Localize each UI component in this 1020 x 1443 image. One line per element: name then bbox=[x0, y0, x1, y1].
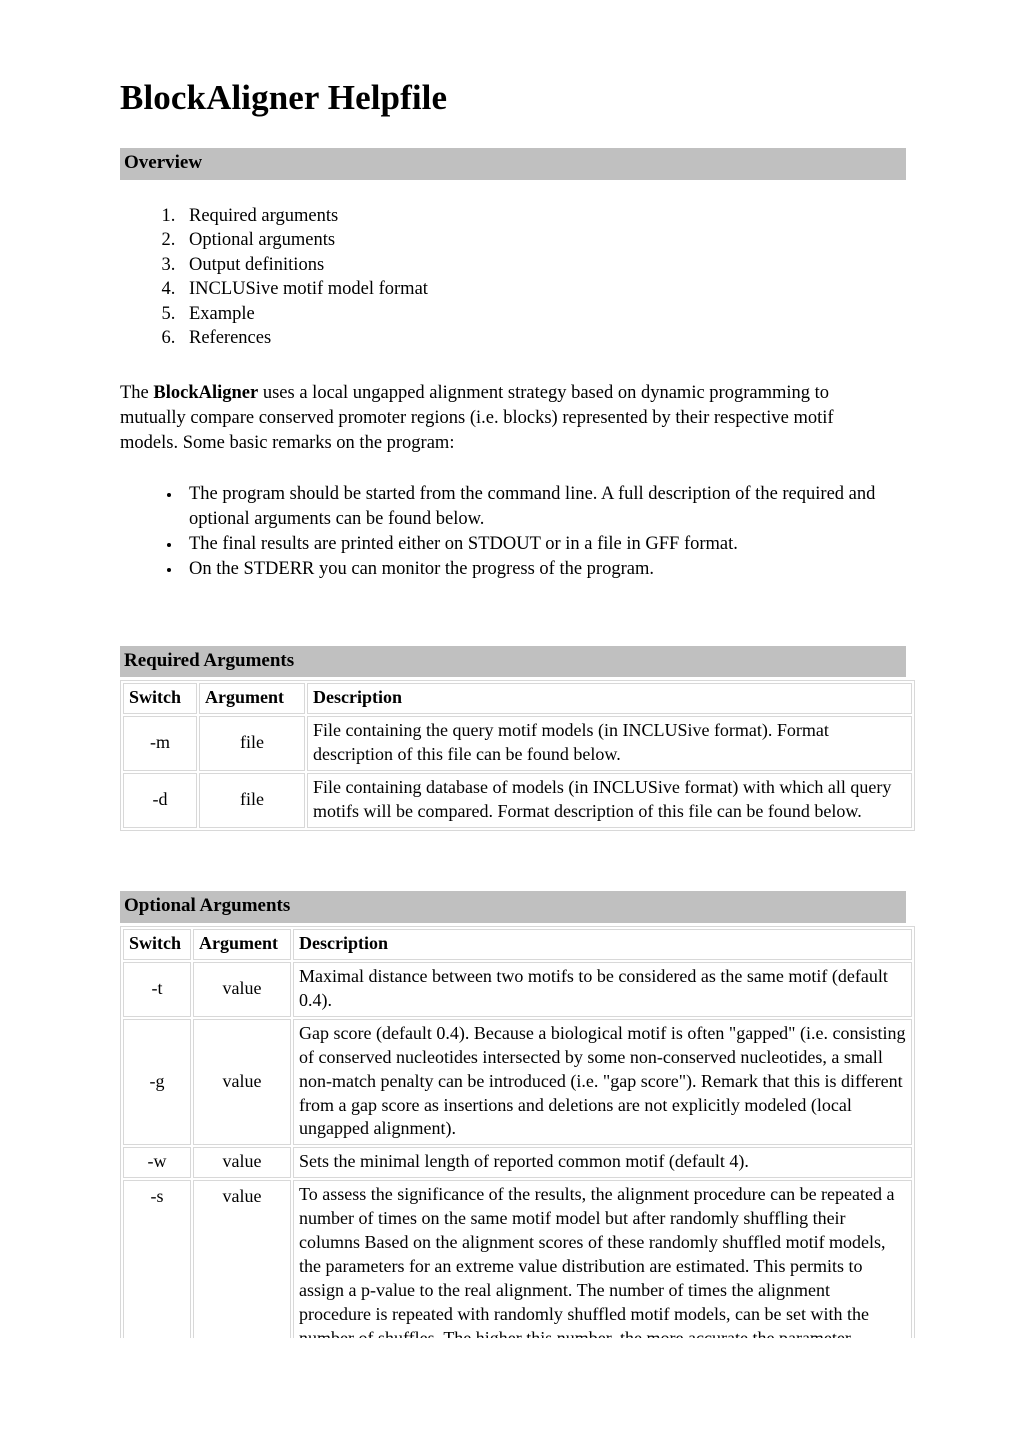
cell-argument: file bbox=[199, 773, 305, 829]
table-row: -t value Maximal distance between two mo… bbox=[123, 961, 912, 1017]
table-row: -w value Sets the minimal length of repo… bbox=[123, 1147, 912, 1179]
cell-argument: value bbox=[193, 1018, 291, 1146]
cell-description: File containing database of models (in I… bbox=[307, 773, 912, 829]
list-item: On the STDERR you can monitor the progre… bbox=[182, 557, 912, 582]
page-content: BlockAligner Helpfile Overview Required … bbox=[120, 78, 915, 1382]
list-item[interactable]: Output definitions bbox=[180, 253, 912, 277]
cell-argument: value bbox=[193, 1147, 291, 1179]
column-header-argument: Argument bbox=[199, 683, 305, 715]
cell-argument: value bbox=[193, 961, 291, 1017]
overview-toc-list: Required arguments Optional arguments Ou… bbox=[120, 204, 912, 350]
cell-description: File containing the query motif models (… bbox=[307, 716, 912, 772]
list-item: The final results are printed either on … bbox=[182, 532, 912, 557]
table-row: -g value Gap score (default 0.4). Becaus… bbox=[123, 1018, 912, 1146]
document-page: BlockAligner Helpfile Overview Required … bbox=[0, 0, 1020, 1443]
column-header-description: Description bbox=[307, 683, 912, 715]
cell-switch: -d bbox=[123, 773, 197, 829]
list-item[interactable]: Required arguments bbox=[180, 204, 912, 228]
optional-arguments-table: Switch Argument Description -t value Max… bbox=[120, 925, 915, 1382]
cell-description: Maximal distance between two motifs to b… bbox=[293, 961, 912, 1017]
table-header-row: Switch Argument Description bbox=[123, 683, 912, 715]
column-header-description: Description bbox=[293, 928, 912, 960]
cell-description: Gap score (default 0.4). Because a biolo… bbox=[293, 1018, 912, 1146]
section-heading-overview: Overview bbox=[120, 148, 906, 181]
section-heading-required-arguments: Required Arguments bbox=[120, 645, 906, 678]
list-item[interactable]: Example bbox=[180, 302, 912, 326]
cell-argument: file bbox=[199, 716, 305, 772]
cell-switch: -w bbox=[123, 1147, 191, 1179]
list-item: The program should be started from the c… bbox=[182, 482, 912, 532]
cell-switch: -m bbox=[123, 716, 197, 772]
column-header-argument: Argument bbox=[193, 928, 291, 960]
page-title: BlockAligner Helpfile bbox=[120, 78, 448, 117]
remarks-list: The program should be started from the c… bbox=[120, 482, 912, 582]
list-item[interactable]: Optional arguments bbox=[180, 228, 912, 252]
required-arguments-table: Switch Argument Description -m file File… bbox=[120, 680, 915, 832]
cell-switch: -g bbox=[123, 1018, 191, 1146]
table-row: -m file File containing the query motif … bbox=[123, 716, 912, 772]
section-heading-optional-arguments: Optional Arguments bbox=[120, 891, 906, 923]
column-header-switch: Switch bbox=[123, 928, 191, 960]
column-header-switch: Switch bbox=[123, 683, 197, 715]
cell-description: Sets the minimal length of reported comm… bbox=[293, 1147, 912, 1179]
intro-paragraph: The BlockAligner uses a local ungapped a… bbox=[120, 381, 895, 456]
table-header-row: Switch Argument Description bbox=[123, 928, 912, 960]
intro-text-prefix: The bbox=[120, 383, 154, 404]
list-item[interactable]: References bbox=[180, 326, 912, 350]
cell-switch: -t bbox=[123, 961, 191, 1017]
table-row: -d file File containing database of mode… bbox=[123, 773, 912, 829]
list-item[interactable]: INCLUSive motif model format bbox=[180, 277, 912, 301]
product-name: BlockAligner bbox=[153, 383, 259, 404]
page-bottom-clip bbox=[0, 1338, 1020, 1443]
